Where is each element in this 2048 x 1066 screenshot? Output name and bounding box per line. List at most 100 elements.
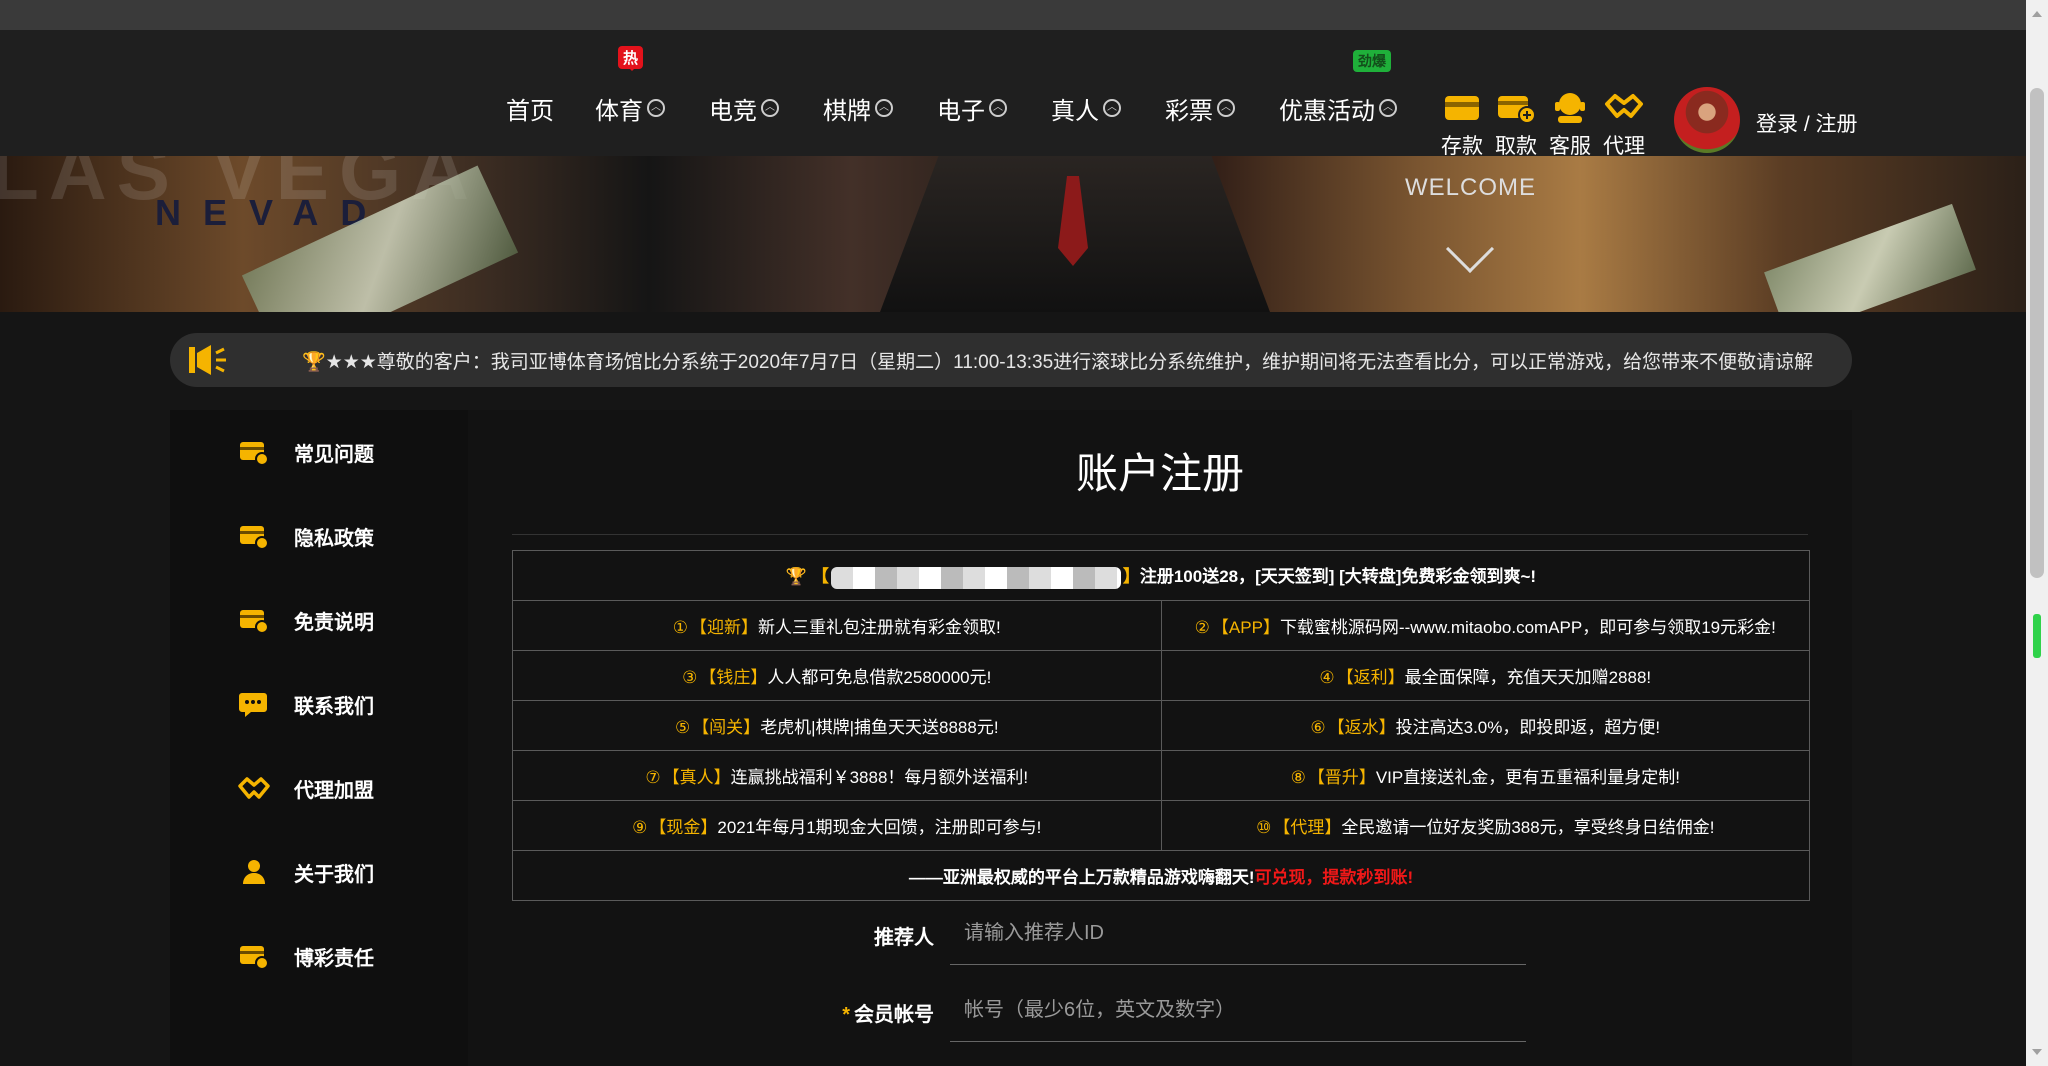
customer-service-button[interactable]: 客服 [1546, 90, 1594, 160]
table-row: ⑨ 【现金】2021年每月1期现金大回馈，注册即可参与! ⑩ 【代理】全民邀请一位好… [512, 800, 1810, 851]
page-title: 账户注册 [1075, 450, 1244, 497]
notice-text: 🏆★★★尊敬的客户：我司亚博体育场馆比分系统于2020年7月7日（星期二）11:… [302, 347, 1813, 374]
promo-num: ⑧ [1290, 768, 1306, 787]
promo-foot-row: ——亚洲最权威的平台上万款精品游戏嗨翻天!可兑现，提款秒到账! [512, 850, 1810, 901]
sidebar-item-about[interactable]: 关于我们 [238, 852, 374, 892]
browser-top-strip [0, 0, 2026, 30]
promo-footer: ——亚洲最权威的平台上万款精品游戏嗨翻天!可兑现，提款秒到账! [512, 850, 1810, 901]
promo-footer-highlight: 可兑现，提款秒到账! [1254, 868, 1414, 887]
nav-esports[interactable]: 电竞 ︿ [709, 90, 779, 126]
nav-home[interactable]: 首页 [506, 90, 554, 126]
promo-cell: ⑧ 【晋升】VIP直接送礼金，更有五重福利量身定制! [1160, 750, 1810, 801]
nav-promotions-label: 优惠活动 [1279, 97, 1375, 125]
nav-lottery[interactable]: 彩票 ︿ [1165, 90, 1235, 126]
promo-text: 下载蜜桃源码网--www.mitaobo.comAPP，即可参与领取19元彩金! [1279, 618, 1776, 637]
promo-num: ⑨ [632, 818, 648, 837]
promo-cell: ⑥ 【返水】投注高达3.0%，即投即返，超方便! [1160, 700, 1810, 751]
deposit-label: 存款 [1441, 135, 1483, 158]
withdraw-icon [1498, 96, 1536, 124]
promo-num: ④ [1319, 668, 1335, 687]
nav-sports-label: 体育 [595, 97, 643, 125]
table-row: ① 【迎新】新人三重礼包注册就有彩金领取! ② 【APP】下载蜜桃源码网--www.… [512, 600, 1810, 651]
sidebar-item-label: 免责说明 [294, 611, 374, 634]
promo-cell: ① 【迎新】新人三重礼包注册就有彩金领取! [512, 600, 1162, 651]
nav-slots-label: 电子 [937, 97, 985, 125]
promo-tag: 【APP】 [1211, 618, 1280, 637]
promo-text: 新人三重礼包注册就有彩金领取! [758, 618, 1001, 637]
divider [512, 534, 1808, 535]
promo-cell: ⑨ 【现金】2021年每月1期现金大回馈，注册即可参与! [512, 800, 1162, 851]
chevron-down-icon [1445, 224, 1495, 274]
promo-text: 2021年每月1期现金大回馈，注册即可参与! [717, 818, 1042, 837]
required-mark: * [842, 1004, 850, 1026]
promo-head-close-bracket: 】 [1122, 567, 1140, 587]
chat-icon [239, 693, 267, 717]
promo-head-row: 🏆 【 】注册100送28，[天天签到] [大转盘]免费彩金领到爽~! [512, 550, 1810, 601]
login-register-link[interactable]: 登录 / 注册 [1756, 108, 1858, 138]
promo-text: 人人都可免息借款2580000元! [767, 668, 992, 687]
nav-sports[interactable]: 体育 ︿ [595, 90, 665, 126]
promo-tag: 【返利】 [1336, 668, 1405, 687]
nav-live-casino[interactable]: 真人 ︿ [1051, 90, 1121, 126]
chevron-up-icon: ︿ [989, 99, 1007, 117]
nav-slots[interactable]: 电子 ︿ [937, 90, 1007, 126]
sidebar-item-label: 隐私政策 [294, 527, 374, 550]
agent-button[interactable]: 代理 [1600, 90, 1648, 160]
deposit-button[interactable]: 存款 [1438, 90, 1486, 160]
nav-esports-label: 电竞 [709, 97, 757, 125]
notice-message: ★★★尊敬的客户：我司亚博体育场馆比分系统于2020年7月7日（星期二）11:0… [325, 352, 1814, 373]
sidebar-item-privacy[interactable]: 隐私政策 [238, 516, 374, 556]
promo-tag: 【返水】 [1327, 718, 1396, 737]
promo-tag: 【闯关】 [692, 718, 761, 737]
promo-text: 最全面保障，充值天天加赠2888! [1404, 668, 1652, 687]
sidebar-item-agent[interactable]: 代理加盟 [238, 768, 374, 808]
promo-text: VIP直接送礼金，更有五重福利量身定制! [1375, 768, 1680, 787]
referrer-label: 推荐人 [874, 927, 934, 949]
sidebar-item-label: 博彩责任 [294, 947, 374, 970]
chevron-up-icon: ︿ [647, 99, 665, 117]
card-icon [240, 610, 269, 634]
banner-welcome-text: WELCOME [1405, 174, 1537, 201]
promo-text: 全民邀请一位好友奖励388元，享受终身日结佣金! [1341, 818, 1715, 837]
trophy-icon: 🏆 [302, 352, 326, 373]
referrer-input[interactable] [950, 903, 1526, 965]
nav-chess-label: 棋牌 [823, 97, 871, 125]
card-icon [240, 946, 269, 970]
account-input[interactable] [950, 980, 1526, 1042]
withdraw-button[interactable]: 取款 [1492, 90, 1540, 160]
chevron-up-icon: ︿ [761, 99, 779, 117]
card-icon [240, 442, 269, 466]
sidebar-item-contact[interactable]: 联系我们 [238, 684, 374, 724]
table-row: ⑦ 【真人】连赢挑战福利￥3888！每月额外送福利! ⑧ 【晋升】VIP直接送礼金，… [512, 750, 1810, 801]
sidebar-item-responsible-gaming[interactable]: 博彩责任 [238, 936, 374, 976]
main-nav: 首页 体育 ︿ 热 电竞 ︿ 棋牌 ︿ 电子 ︿ 真人 ︿ 彩票 ︿ 优惠活动 [0, 30, 2026, 158]
promo-table: 🏆 【 】注册100送28，[天天签到] [大转盘]免费彩金领到爽~! ① 【迎新】… [512, 550, 1810, 901]
site-header: 首页 体育 ︿ 热 电竞 ︿ 棋牌 ︿ 电子 ︿ 真人 ︿ 彩票 ︿ 优惠活动 [0, 30, 2026, 158]
promo-tag: 【代理】 [1273, 818, 1342, 837]
promo-cell: ③ 【钱庄】人人都可免息借款2580000元! [512, 650, 1162, 701]
promo-num: ⑥ [1310, 718, 1326, 737]
card-icon [240, 526, 269, 550]
sidebar: 常见问题 隐私政策 免责说明 联系我们 代理加盟 关于我们 博彩责任 [170, 410, 468, 1066]
chevron-up-icon: ︿ [1103, 99, 1121, 117]
nav-promotions[interactable]: 优惠活动 ︿ [1279, 90, 1397, 126]
scrollbar-thumb[interactable] [2030, 88, 2044, 578]
scroll-up-icon[interactable] [2032, 6, 2042, 17]
promo-cell: ④ 【返利】最全面保障，充值天天加赠2888! [1160, 650, 1810, 701]
scroll-down-icon[interactable] [2032, 1049, 2042, 1060]
nav-home-label: 首页 [506, 97, 554, 125]
promo-num: ② [1194, 618, 1210, 637]
nav-lottery-label: 彩票 [1165, 97, 1213, 125]
wallet-icon [1445, 96, 1479, 120]
promo-num: ⑦ [645, 768, 661, 787]
promo-cell: ⑩ 【代理】全民邀请一位好友奖励388元，享受终身日结佣金! [1160, 800, 1810, 851]
page-scrollbar[interactable] [2026, 0, 2048, 1066]
withdraw-label: 取款 [1495, 135, 1537, 158]
chevron-up-icon: ︿ [1217, 99, 1235, 117]
promo-cell: ② 【APP】下载蜜桃源码网--www.mitaobo.comAPP，即可参与领取… [1160, 600, 1810, 651]
sidebar-item-disclaimer[interactable]: 免责说明 [238, 600, 374, 640]
avatar[interactable] [1674, 87, 1740, 153]
side-float-tab[interactable] [2033, 614, 2041, 658]
nav-chess[interactable]: 棋牌 ︿ [823, 90, 893, 126]
sidebar-item-faq[interactable]: 常见问题 [238, 432, 374, 472]
